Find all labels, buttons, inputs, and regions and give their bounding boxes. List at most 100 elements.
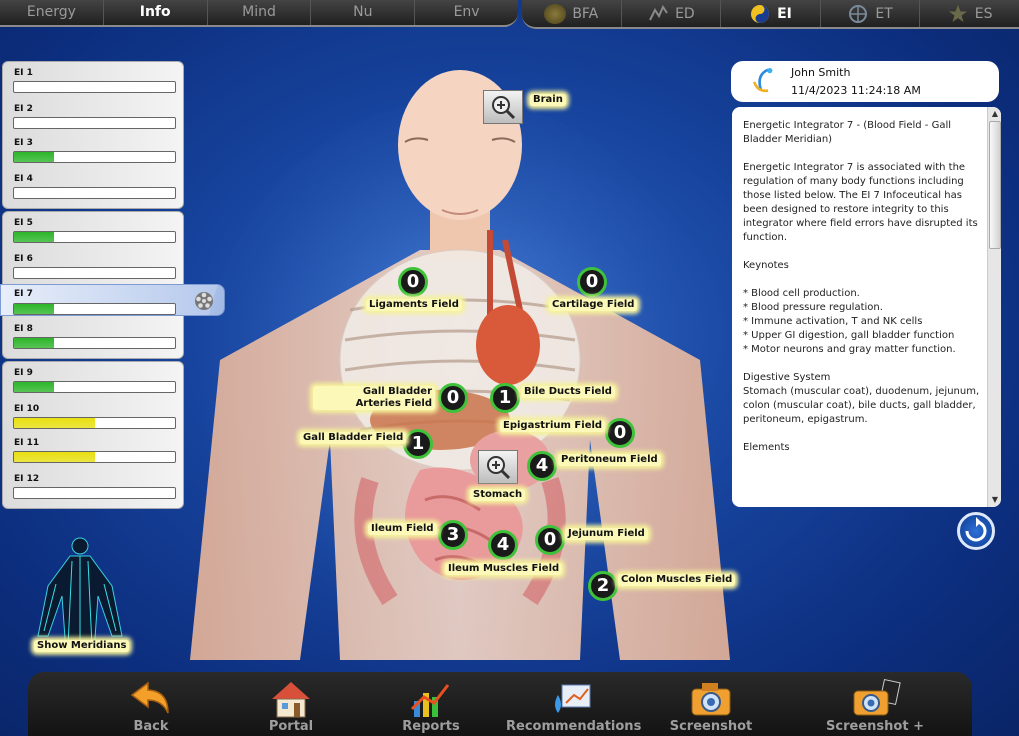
recommendations-button[interactable]: Recommendations [506, 675, 642, 736]
jejunum-field-value[interactable]: 0 [535, 525, 565, 555]
ei-bar [13, 267, 176, 279]
ei-label: EI 4 [14, 174, 33, 184]
scroll-down-icon[interactable]: ▼ [989, 494, 1001, 506]
ei-bar [13, 337, 176, 349]
portal-button[interactable]: Portal [226, 675, 356, 736]
scrollbar-thumb[interactable] [989, 121, 1001, 249]
peritoneum-field-value[interactable]: 4 [527, 451, 557, 481]
magnifier-icon [487, 456, 511, 480]
ei-bar [13, 151, 176, 163]
ei-bar-fill [14, 452, 95, 462]
ileum-field-value[interactable]: 3 [438, 520, 468, 550]
ei-bar-fill [14, 418, 95, 428]
tab-nu[interactable]: Nu [311, 0, 416, 25]
house-icon [272, 682, 310, 718]
gall-bladder-field-label: Gall Bladder Field [300, 432, 407, 444]
ei-bar [13, 381, 176, 393]
reports-label: Reports [402, 719, 460, 734]
ei-row-10[interactable]: EI 10 [3, 398, 183, 432]
reports-button[interactable]: Reports [366, 675, 496, 736]
description-scrollbar[interactable]: ▲ ▼ [987, 107, 1001, 507]
module-tab-bar: BFA ED EI ET ES [522, 0, 1019, 29]
ei-row-12[interactable]: EI 12 [3, 468, 183, 502]
brain-zoom-button[interactable] [483, 90, 523, 124]
ei-label: EI 8 [14, 324, 33, 334]
screenshot-plus-label: Screenshot + [826, 719, 924, 734]
scroll-up-icon[interactable]: ▲ [989, 108, 1001, 120]
screenshot-button[interactable]: Screenshot [646, 675, 776, 736]
ei-bar-fill [14, 232, 55, 242]
gall-bladder-field-value[interactable]: 1 [403, 429, 433, 459]
ei-row-3[interactable]: EI 3 [3, 132, 183, 166]
ei-bar-fill [14, 382, 55, 392]
ileum-muscles-field-value[interactable]: 4 [488, 530, 518, 560]
bile-ducts-field-value[interactable]: 1 [490, 383, 520, 413]
stomach-label: Stomach [470, 489, 526, 501]
ei-label: EI 10 [14, 404, 40, 414]
tab-info[interactable]: Info [104, 0, 208, 25]
ei-label: EI 11 [14, 438, 40, 448]
ei-label: EI 1 [14, 68, 33, 78]
tab-et[interactable]: ET [821, 0, 921, 27]
recommendations-label: Recommendations [506, 719, 642, 734]
ei-row-4[interactable]: EI 4 [3, 168, 183, 202]
ei-row-8[interactable]: EI 8 [3, 318, 183, 352]
ei-bar [13, 117, 176, 129]
tab-energy[interactable]: Energy [0, 0, 104, 25]
cartilage-field-label: Cartilage Field [549, 299, 638, 311]
screenshot-label: Screenshot [669, 719, 753, 734]
gall-bladder-arteries-field-value[interactable]: 0 [438, 383, 468, 413]
ei-label: EI 6 [14, 254, 33, 264]
ei-row-2[interactable]: EI 2 [3, 98, 183, 132]
tab-ed-label: ED [675, 5, 695, 22]
ei-bar [13, 487, 176, 499]
tab-mind[interactable]: Mind [208, 0, 312, 25]
ei-row-6[interactable]: EI 6 [3, 248, 183, 282]
colon-muscles-field-value[interactable]: 2 [588, 571, 618, 601]
ei-row-11[interactable]: EI 11 [3, 432, 183, 466]
screenshot-plus-button[interactable]: Screenshot + [810, 675, 940, 736]
et-icon [849, 4, 868, 23]
stomach-zoom-button[interactable] [478, 450, 518, 484]
epigastrium-field-label: Epigastrium Field [500, 420, 606, 432]
camera-plus-icon [853, 679, 901, 716]
epigastrium-field-value[interactable]: 0 [605, 418, 635, 448]
ei-label: EI 12 [14, 474, 40, 484]
ei-bar [13, 187, 176, 199]
ei-label: EI 9 [14, 368, 33, 378]
ei-row-1[interactable]: EI 1 [3, 62, 183, 96]
ei-row-9[interactable]: EI 9 [3, 362, 183, 396]
ei-bar [13, 231, 176, 243]
back-arrow-icon [130, 681, 169, 714]
ei-label: EI 2 [14, 104, 33, 114]
description-text: Energetic Integrator 7 - (Blood Field - … [743, 120, 980, 453]
back-button[interactable]: Back [86, 675, 216, 736]
cartilage-field-value[interactable]: 0 [577, 267, 607, 297]
ligaments-field-label: Ligaments Field [366, 299, 462, 311]
recommendations-icon [555, 684, 591, 713]
meridians-figure-icon[interactable] [22, 536, 138, 652]
ei-bar [13, 303, 176, 315]
refresh-button[interactable] [957, 512, 995, 550]
bile-ducts-field-label: Bile Ducts Field [521, 386, 615, 398]
ligaments-field-value[interactable]: 0 [398, 267, 428, 297]
ei-row-5[interactable]: EI 5 [3, 212, 183, 246]
magnifier-icon [492, 96, 516, 120]
ileum-field-label: Ileum Field [368, 523, 437, 535]
tab-ei[interactable]: EI [721, 0, 821, 27]
show-meridians-label[interactable]: Show Meridians [34, 640, 130, 652]
main-stage: Energy Info Mind Nu Env BFA ED EI ET ES … [0, 0, 1019, 736]
user-info-box: John Smith 11/4/2023 11:24:18 AM [731, 61, 999, 102]
ei-bar [13, 451, 176, 463]
brain-label: Brain [530, 94, 566, 106]
ed-icon [649, 4, 668, 20]
refresh-icon [965, 517, 987, 542]
tab-ed[interactable]: ED [622, 0, 722, 27]
category-tab-bar: Energy Info Mind Nu Env [0, 0, 518, 27]
tab-env[interactable]: Env [415, 0, 518, 25]
session-datetime: 11/4/2023 11:24:18 AM [791, 84, 921, 97]
tab-bfa[interactable]: BFA [522, 0, 622, 27]
ei-bar-fill [14, 152, 55, 162]
tab-es[interactable]: ES [920, 0, 1019, 27]
description-panel[interactable]: Energetic Integrator 7 - (Blood Field - … [732, 107, 1001, 507]
